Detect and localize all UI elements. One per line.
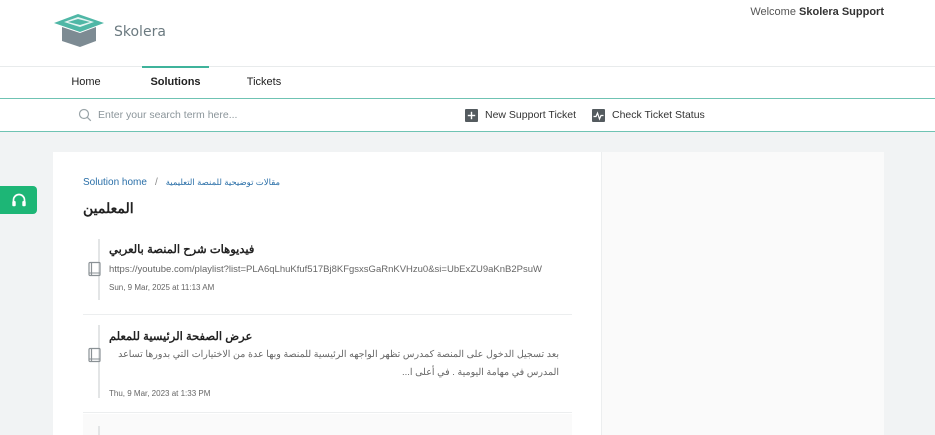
welcome-message: Welcome Skolera Support <box>750 6 884 18</box>
right-sidebar <box>601 152 884 435</box>
main-nav: Home Solutions Tickets <box>0 66 935 99</box>
article-title[interactable]: عرض الصفحة الرئيسية للمعلم <box>109 329 252 343</box>
book-icon <box>88 347 101 363</box>
welcome-prefix: Welcome <box>750 6 796 18</box>
page-title: المعلمين <box>83 200 134 216</box>
tab-solutions[interactable]: Solutions <box>142 66 209 99</box>
article-description: بعد تسجيل الدخول على المنصة كمدرس تظهر ا… <box>118 349 559 378</box>
site-header: Skolera Welcome Skolera Support <box>0 0 935 66</box>
book-icon <box>88 261 101 277</box>
article-divider <box>98 426 100 435</box>
search-icon <box>78 108 92 122</box>
breadcrumb-separator: / <box>154 177 158 188</box>
main-content: Solution home / مقالات توضيحية للمنصة ال… <box>53 152 601 435</box>
article-date: Thu, 9 Mar, 2023 at 1:33 PM <box>109 389 211 398</box>
breadcrumb-folder[interactable]: مقالات توضيحية للمنصة التعليمية <box>166 177 280 188</box>
support-widget-button[interactable] <box>0 186 37 214</box>
breadcrumb: Solution home / مقالات توضيحية للمنصة ال… <box>83 177 280 188</box>
new-support-ticket-label: New Support Ticket <box>485 109 577 121</box>
article-title[interactable]: فيديوهات شرح المنصة بالعربي <box>109 242 254 256</box>
article-description: https://youtube.com/playlist?list=PLA6qL… <box>109 264 543 275</box>
skolera-logo-icon[interactable] <box>50 11 108 51</box>
search-input[interactable] <box>98 105 398 125</box>
article-item[interactable]: عرض الصفحة الرئيسية للمعلم بعد تسجيل الد… <box>83 315 572 413</box>
check-ticket-status-button[interactable]: Check Ticket Status <box>592 106 705 124</box>
ticket-status-icon <box>592 108 605 122</box>
breadcrumb-solution-home[interactable]: Solution home <box>83 177 147 188</box>
headset-icon <box>11 193 26 206</box>
tab-home[interactable]: Home <box>58 67 114 99</box>
tab-tickets[interactable]: Tickets <box>236 67 292 99</box>
check-ticket-status-label: Check Ticket Status <box>612 109 705 121</box>
article-item[interactable]: فيديوهات شرح المنصة بالعربي https://yout… <box>83 227 572 315</box>
new-support-ticket-button[interactable]: New Support Ticket <box>465 106 576 124</box>
search-bar: New Support Ticket Check Ticket Status <box>0 99 935 132</box>
plus-square-icon <box>465 108 478 122</box>
welcome-user[interactable]: Skolera Support <box>799 6 884 18</box>
article-item[interactable] <box>83 414 572 435</box>
brand-name: Skolera <box>114 24 166 40</box>
article-date: Sun, 9 Mar, 2025 at 11:13 AM <box>109 283 215 292</box>
